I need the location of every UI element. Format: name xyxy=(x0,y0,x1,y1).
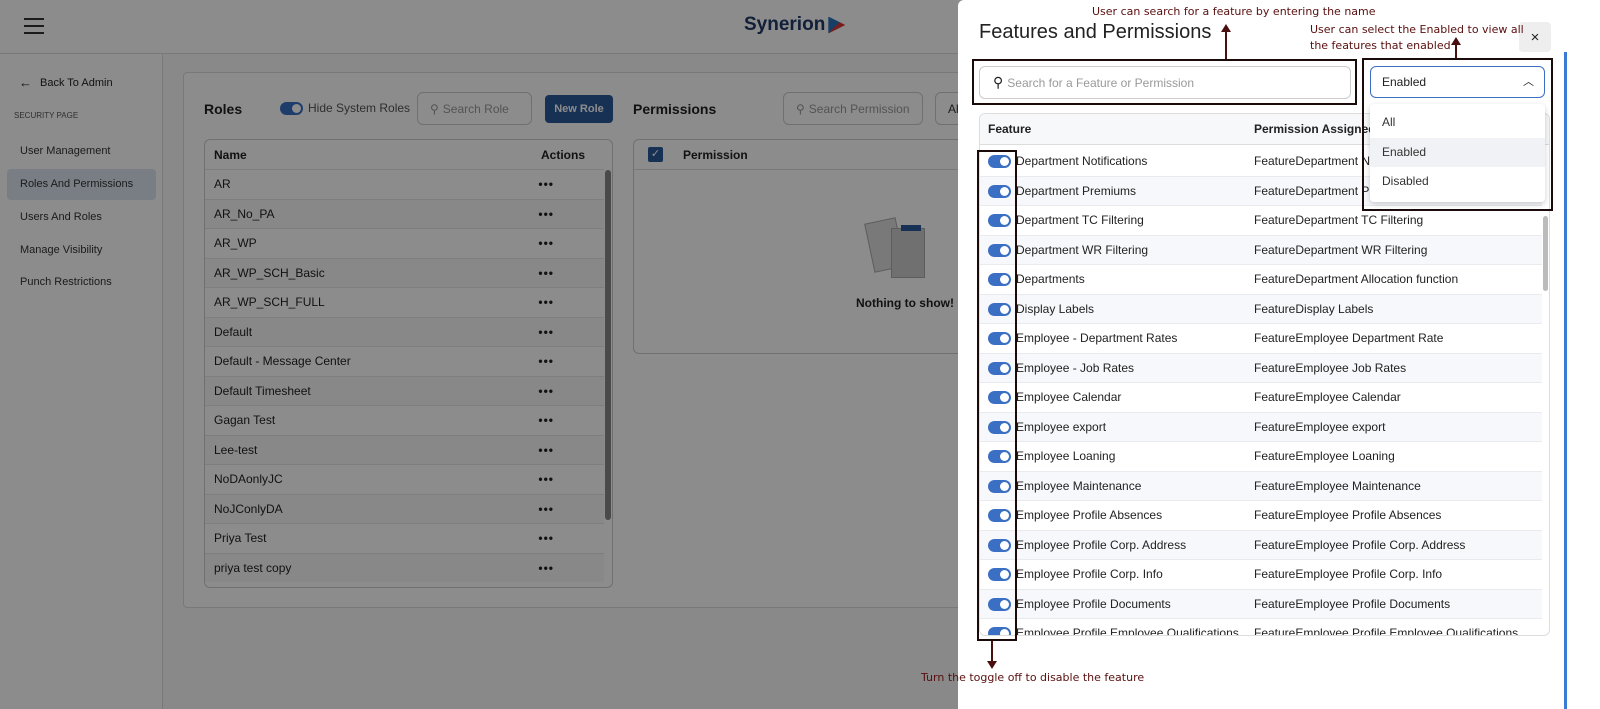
arrowhead-icon xyxy=(1451,37,1461,45)
feature-name: Employee Profile Corp. Info xyxy=(1016,567,1163,581)
permission-assigned: FeatureEmployee Profile Employee Qualifi… xyxy=(1254,626,1519,636)
permission-assigned: FeatureEmployee Department Rate xyxy=(1254,331,1444,345)
permission-assigned: FeatureDisplay Labels xyxy=(1254,301,1374,316)
annotation-search: User can search for a feature by enterin… xyxy=(1092,5,1376,18)
feature-row: Employee Profile Documents FeatureEmploye… xyxy=(980,589,1542,619)
annotation-filter-2: the features that enabled xyxy=(1310,39,1451,52)
feature-name: Department Notifications xyxy=(1016,154,1148,168)
permission-assigned: FeatureEmployee Profile Absences xyxy=(1254,508,1442,522)
feature-row: Employee - Department Rates FeatureEmploy… xyxy=(980,324,1542,354)
feature-name: Employee Profile Absences xyxy=(1016,508,1163,522)
col-feature: Feature xyxy=(988,122,1032,136)
arrowhead-icon xyxy=(987,661,997,669)
feature-row: Employee Profile Employee Qualifications… xyxy=(980,619,1542,636)
feature-row: Employee export FeatureEmployee export xyxy=(980,412,1542,442)
permission-assigned: FeatureEmployee Loaning xyxy=(1254,449,1395,463)
permission-assigned: FeatureEmployee Calendar xyxy=(1254,390,1401,404)
panel-title: Features and Permissions xyxy=(979,21,1212,43)
permission-assigned: FeatureDepartment No xyxy=(1254,154,1377,168)
feature-name: Employee Profile Documents xyxy=(1016,596,1171,611)
permission-assigned: FeatureEmployee Profile Corp. Address xyxy=(1254,537,1466,552)
feature-name: Employee Profile Employee Qualifications xyxy=(1016,626,1239,636)
feature-name: Department Premiums xyxy=(1016,183,1137,198)
feature-name: Employee - Job Rates xyxy=(1016,360,1135,375)
feature-name: Employee Calendar xyxy=(1016,390,1122,404)
permission-assigned: FeatureEmployee Profile Corp. Info xyxy=(1254,567,1443,581)
permission-assigned: FeatureEmployee Maintenance xyxy=(1254,478,1421,493)
close-button[interactable]: × xyxy=(1519,22,1551,52)
feature-name: Employee export xyxy=(1016,419,1107,434)
permission-assigned: FeatureEmployee export xyxy=(1254,419,1386,434)
feature-name: Employee Loaning xyxy=(1016,449,1116,463)
permission-assigned: FeatureDepartment WR Filtering xyxy=(1254,242,1428,257)
feature-name: Department TC Filtering xyxy=(1016,213,1144,227)
feature-name: Employee Profile Corp. Address xyxy=(1016,537,1187,552)
annotation-filter-1: User can select the Enabled to view all xyxy=(1310,23,1524,36)
feature-row: Employee Profile Absences FeatureEmployee… xyxy=(980,501,1542,531)
col-permission-assigned: Permission Assigned xyxy=(1254,122,1376,136)
feature-row: Employee - Job Rates FeatureEmployee Job … xyxy=(980,353,1542,383)
annotation-toggle: Turn the toggle off to disable the featu… xyxy=(921,671,1145,684)
feature-name: Display Labels xyxy=(1016,301,1095,316)
feature-name: Department WR Filtering xyxy=(1016,242,1149,257)
annotation-box-toggles xyxy=(977,150,1017,641)
close-icon: × xyxy=(1530,28,1540,46)
panel-edge xyxy=(1564,52,1567,709)
feature-row: Employee Maintenance FeatureEmployee Main… xyxy=(980,471,1542,501)
feature-row: Employee Calendar FeatureEmployee Calenda… xyxy=(980,383,1542,413)
feature-name: Employee Maintenance xyxy=(1016,478,1142,493)
features-scrollbar[interactable] xyxy=(1543,216,1548,291)
arrow-up-icon xyxy=(1225,28,1227,59)
feature-row: Department WR Filtering FeatureDepartment… xyxy=(980,235,1542,265)
feature-name: Departments xyxy=(1016,272,1085,286)
annotation-box-search xyxy=(972,59,1357,105)
feature-row: Display Labels FeatureDisplay Labels xyxy=(980,294,1542,324)
feature-name: Employee - Department Rates xyxy=(1016,331,1178,345)
annotation-box-filter xyxy=(1362,58,1553,211)
feature-row: Employee Profile Corp. Info FeatureEmploy… xyxy=(980,560,1542,590)
arrowhead-icon xyxy=(1221,24,1231,32)
permission-assigned: FeatureDepartment Allocation function xyxy=(1254,272,1459,286)
permission-assigned: FeatureEmployee Job Rates xyxy=(1254,360,1407,375)
arrow-down-icon xyxy=(991,641,993,663)
permission-assigned: FeatureEmployee Profile Documents xyxy=(1254,596,1451,611)
feature-row: Employee Loaning FeatureEmployee Loaning xyxy=(980,442,1542,472)
feature-row: Departments FeatureDepartment Allocation … xyxy=(980,265,1542,295)
feature-row: Employee Profile Corp. Address FeatureEmp… xyxy=(980,530,1542,560)
